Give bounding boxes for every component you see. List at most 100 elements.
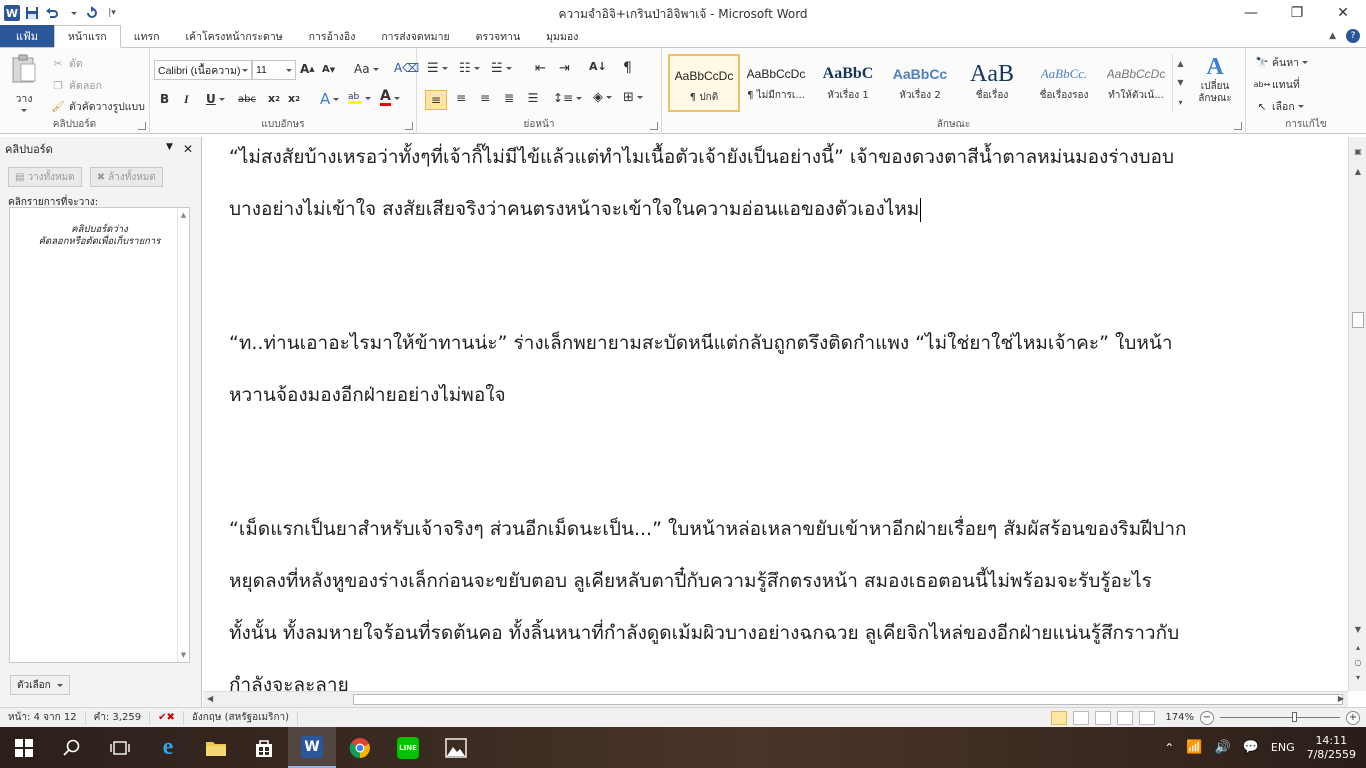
undo-icon[interactable]: [42, 3, 62, 23]
clipboard-launcher-icon[interactable]: [138, 122, 146, 130]
font-name-combo[interactable]: Calibri (เนื้อความ): [154, 60, 252, 80]
thai-distributed-icon[interactable]: ☰: [523, 91, 543, 105]
format-painter-button[interactable]: 🖌 ตัวคัดวางรูปแบบ: [50, 98, 145, 115]
minimize-button[interactable]: —: [1228, 0, 1274, 26]
language-status[interactable]: อังกฤษ (สหรัฐอเมริกา): [184, 710, 299, 725]
save-icon[interactable]: [22, 3, 42, 23]
document-area[interactable]: “ไม่สงสัยบ้างเหรอว่าทั้งๆที่เจ้ากิ๊ไม่มี…: [203, 137, 1348, 691]
grow-font-icon[interactable]: A ▲: [300, 62, 315, 76]
borders-icon[interactable]: ⊞: [623, 90, 643, 105]
zoom-level[interactable]: 174%: [1165, 712, 1194, 723]
tab-home[interactable]: หน้าแรก: [54, 25, 121, 48]
clipboard-options-button[interactable]: ตัวเลือก: [10, 675, 70, 695]
style-no-spacing[interactable]: AaBbCcDc ¶ ไม่มีการเ...: [740, 54, 812, 112]
underline-icon[interactable]: U: [206, 92, 225, 106]
tab-file[interactable]: แฟ้ม: [0, 25, 54, 47]
gallery-more-icon[interactable]: ▾: [1178, 98, 1182, 107]
justify-icon[interactable]: ≣: [499, 91, 519, 105]
style-heading-1[interactable]: AaBbC หัวเรื่อง 1: [812, 54, 884, 112]
tab-review[interactable]: ตรวจทาน: [463, 25, 534, 47]
sort-icon[interactable]: A↓: [589, 60, 607, 73]
taskbar-chrome[interactable]: [336, 727, 384, 768]
redo-icon[interactable]: [82, 3, 102, 23]
page-count[interactable]: หน้า: 4 จาก 12: [0, 710, 86, 725]
taskbar-line[interactable]: LINE: [384, 727, 432, 768]
bold-icon[interactable]: B: [160, 92, 169, 106]
tab-view[interactable]: มุมมอง: [533, 25, 591, 47]
action-center-icon[interactable]: 💬: [1243, 740, 1259, 755]
gallery-up-icon[interactable]: ▲: [1177, 59, 1183, 68]
paste-all-button[interactable]: ▤ วางทั้งหมด: [8, 167, 82, 187]
strikethrough-icon[interactable]: abc: [238, 94, 256, 105]
doc-line-4[interactable]: หวานจ้องมองอีกฝ่ายอย่างไม่พอใจ: [229, 369, 1309, 421]
paragraph-launcher-icon[interactable]: [650, 122, 658, 130]
doc-line-8[interactable]: กำลังจะละลาย: [229, 659, 1309, 691]
vertical-scrollbar[interactable]: ▣ ▲ ▼ ▴ ○ ▾: [1348, 137, 1366, 691]
clock[interactable]: 14:11 7/8/2559: [1307, 734, 1356, 762]
style-subtitle[interactable]: AaBbCc. ชื่อเรื่องรอง: [1028, 54, 1100, 112]
network-icon[interactable]: 📶: [1186, 740, 1202, 755]
doc-line-6[interactable]: หยุดลงที่หลังหูของร่างเล็กก่อนจะขยับตอบ …: [229, 555, 1309, 607]
restore-button[interactable]: ❐: [1274, 0, 1320, 26]
pane-menu-icon[interactable]: ▼: [166, 142, 173, 156]
pane-close-icon[interactable]: ✕: [183, 142, 193, 156]
taskbar-ie[interactable]: e: [144, 727, 192, 768]
scroll-right-icon[interactable]: ▶: [1338, 694, 1344, 703]
horizontal-scrollbar[interactable]: ◀ ▶: [203, 691, 1348, 707]
styles-launcher-icon[interactable]: [1234, 122, 1242, 130]
tab-mailings[interactable]: การส่งจดหมาย: [368, 25, 462, 47]
vertical-scroll-thumb[interactable]: [1352, 312, 1364, 328]
start-button[interactable]: [0, 727, 48, 768]
paste-button[interactable]: วาง: [8, 54, 40, 112]
cut-button[interactable]: ✂ ตัด: [50, 55, 83, 72]
proofing-status[interactable]: ✔✖: [150, 710, 184, 725]
zoom-slider[interactable]: [1220, 712, 1340, 722]
next-page-icon[interactable]: ▾: [1352, 671, 1364, 683]
web-layout-view-icon[interactable]: [1095, 710, 1112, 725]
zoom-out-icon[interactable]: −: [1200, 710, 1214, 725]
text-effects-icon[interactable]: A: [320, 90, 340, 108]
clipboard-list-scrollbar[interactable]: ▲ ▼: [177, 208, 189, 662]
bullets-icon[interactable]: ☰: [427, 61, 448, 76]
ruler-toggle-icon[interactable]: ▣: [1352, 145, 1364, 157]
show-marks-icon[interactable]: ¶: [623, 60, 632, 76]
task-view-button[interactable]: [96, 727, 144, 768]
print-layout-view-icon[interactable]: [1051, 710, 1068, 725]
select-browse-object-icon[interactable]: ○: [1352, 656, 1364, 668]
style-title[interactable]: AaB ชื่อเรื่อง: [956, 54, 1028, 112]
align-left-icon[interactable]: ≡: [425, 90, 447, 110]
style-subtle-emphasis[interactable]: AaBbCcDc ทำให้ตัวเน้...: [1100, 54, 1172, 112]
multilevel-list-icon[interactable]: ☱: [491, 61, 512, 76]
zoom-slider-knob[interactable]: [1292, 712, 1297, 722]
help-icon[interactable]: ?: [1346, 29, 1360, 43]
numbering-icon[interactable]: ☷: [459, 61, 480, 76]
scroll-left-icon[interactable]: ◀: [207, 694, 213, 703]
word-count[interactable]: คำ: 3,259: [86, 710, 151, 725]
select-button[interactable]: ↖ เลือก: [1254, 98, 1304, 115]
font-launcher-icon[interactable]: [405, 122, 413, 130]
scroll-down-icon[interactable]: ▼: [1352, 623, 1364, 635]
horizontal-scroll-thumb[interactable]: [353, 694, 1343, 705]
tab-references[interactable]: การอ้างอิง: [296, 25, 369, 47]
increase-indent-icon[interactable]: ⇥: [559, 61, 570, 76]
align-center-icon[interactable]: ≡: [451, 91, 471, 105]
subscript-icon[interactable]: x2: [268, 92, 280, 105]
doc-line-7[interactable]: ทั้งนั้น ทั้งลมหายใจร้อนที่รดต้นคอ ทั้งล…: [229, 607, 1309, 659]
doc-line-1[interactable]: “ไม่สงสัยบ้างเหรอว่าทั้งๆที่เจ้ากิ๊ไม่มี…: [229, 137, 1309, 183]
gallery-down-icon[interactable]: ▼: [1177, 78, 1183, 87]
doc-line-2[interactable]: บางอย่างไม่เข้าใจ สงสัยเสียจริงว่าคนตรงห…: [229, 183, 1309, 235]
tab-page-layout[interactable]: เค้าโครงหน้ากระดาษ: [172, 25, 295, 47]
style-heading-2[interactable]: AaBbCc หัวเรื่อง 2: [884, 54, 956, 112]
scroll-up-icon[interactable]: ▲: [1352, 165, 1364, 177]
change-styles-button[interactable]: A เปลี่ยน ลักษณะ: [1192, 54, 1238, 105]
clear-formatting-icon[interactable]: A⌫: [394, 61, 419, 75]
doc-line-3[interactable]: “ท..ท่านเอาอะไรมาให้ข้าทานน่ะ” ร่างเล็กพ…: [229, 317, 1309, 369]
highlight-icon[interactable]: ab: [348, 92, 371, 104]
replace-button[interactable]: ab↔ แทนที่: [1254, 76, 1300, 93]
word-app-icon[interactable]: W: [2, 3, 22, 23]
previous-page-icon[interactable]: ▴: [1352, 641, 1364, 653]
close-button[interactable]: ✕: [1320, 0, 1366, 26]
style-normal[interactable]: AaBbCcDc ¶ ปกติ: [668, 54, 740, 112]
customize-qat-icon[interactable]: |▾: [102, 3, 122, 23]
doc-line-5[interactable]: “เม็ดแรกเป็นยาสำหรับเจ้าจริงๆ ส่วนอีกเม็…: [229, 503, 1309, 555]
